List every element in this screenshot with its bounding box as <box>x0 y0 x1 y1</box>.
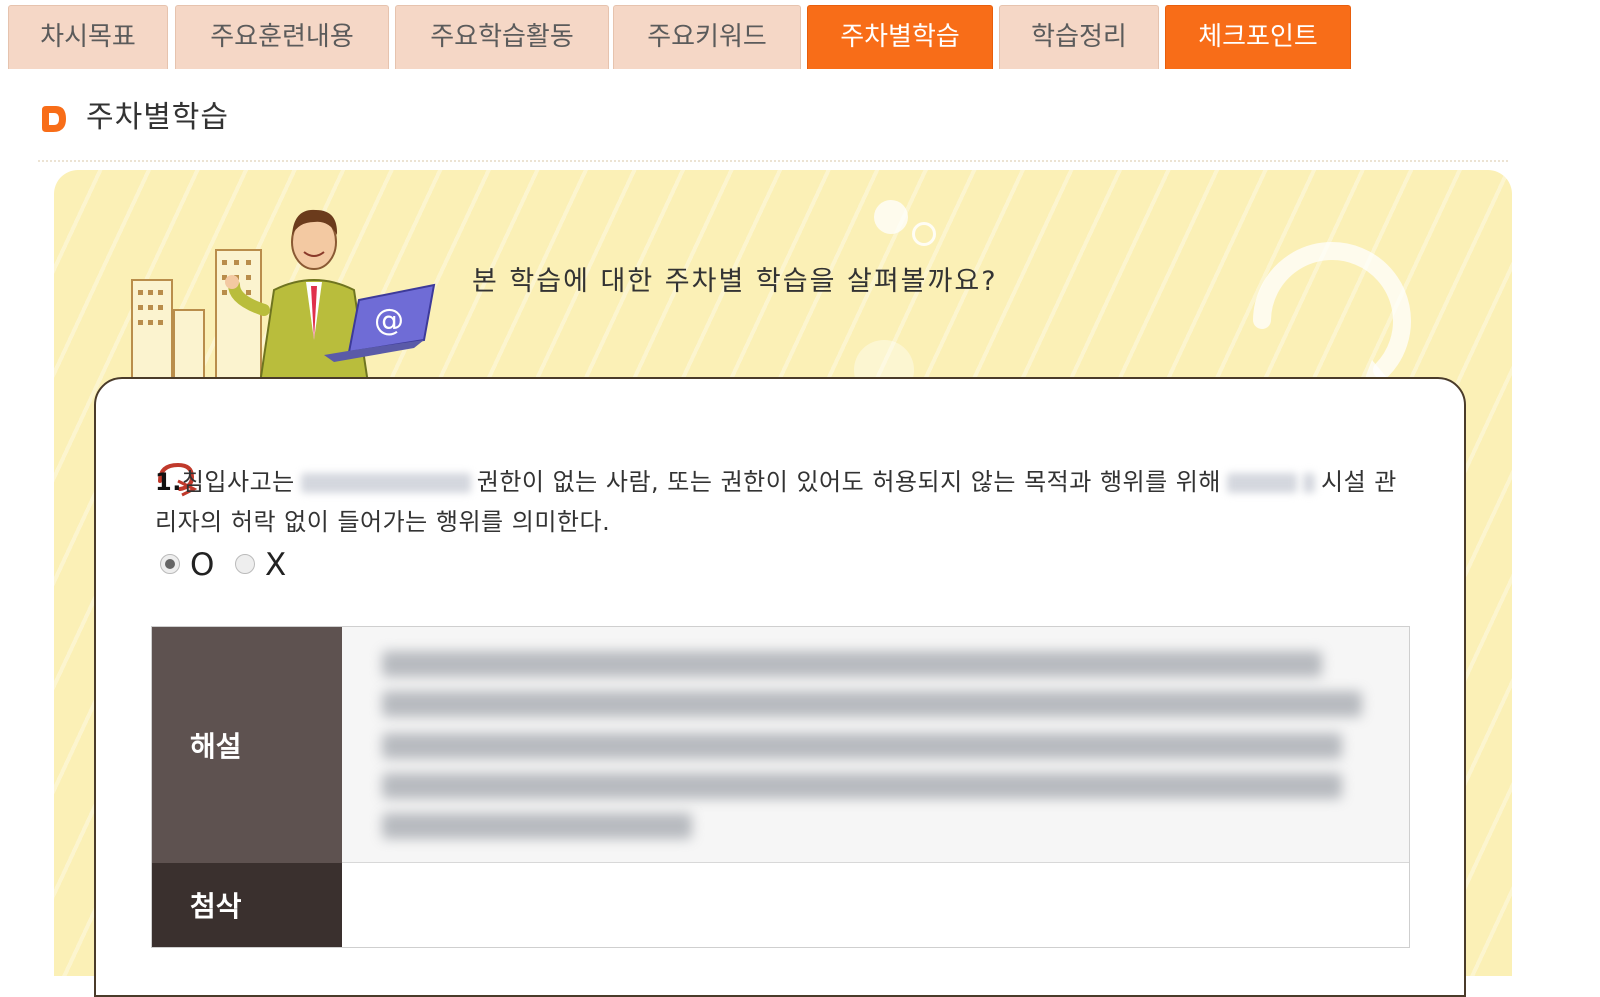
redacted-text <box>382 651 1322 677</box>
correction-header: 첨삭 <box>152 863 342 947</box>
orange-bullet-icon <box>42 106 66 132</box>
redacted-text <box>1226 473 1297 493</box>
option-o-label: O <box>190 547 215 583</box>
bubble-decoration <box>874 200 908 234</box>
tab-session-goals[interactable]: 차시목표 <box>8 5 168 69</box>
tab-learning-activities[interactable]: 주요학습활동 <box>395 5 609 69</box>
explanation-body <box>342 627 1409 863</box>
question-text-1: 침입사고는 <box>181 468 295 496</box>
explanation-table: 해설 첨삭 <box>151 626 1410 948</box>
correction-body <box>342 863 1409 947</box>
page-title: 주차별학습 <box>86 100 229 135</box>
tab-keywords[interactable]: 주요키워드 <box>613 5 801 69</box>
option-x[interactable]: X <box>235 545 305 585</box>
redacted-text <box>382 733 1342 759</box>
redacted-text <box>1302 473 1315 493</box>
option-x-label: X <box>265 547 287 583</box>
option-o[interactable]: O <box>160 545 230 585</box>
redacted-text <box>382 813 692 839</box>
quiz-question: 1.침입사고는 권한이 없는 사람, 또는 권한이 있어도 허용되지 않는 목적과… <box>155 462 1415 542</box>
redacted-text <box>382 691 1362 717</box>
businessman-illustration: @ <box>131 209 436 390</box>
question-number: 1. <box>155 468 182 496</box>
tab-weekly-learning[interactable]: 주차별학습 <box>807 5 993 69</box>
radio-o[interactable] <box>160 554 180 574</box>
svg-text:@: @ <box>374 303 404 338</box>
bubble-decoration <box>912 222 936 246</box>
banner-message: 본 학습에 대한 주차별 학습을 살펴볼까요? <box>472 266 998 297</box>
radio-x[interactable] <box>235 554 255 574</box>
tab-summary[interactable]: 학습정리 <box>999 5 1159 69</box>
divider <box>38 160 1508 164</box>
redacted-text <box>300 473 471 493</box>
redacted-text <box>382 773 1342 799</box>
question-text-2: 권한이 없는 사람, 또는 권한이 있어도 허용되지 않는 목적과 행위를 위해 <box>476 468 1221 496</box>
explanation-header: 해설 <box>152 627 342 863</box>
tab-checkpoint[interactable]: 체크포인트 <box>1165 5 1351 69</box>
tab-training-content[interactable]: 주요훈련내용 <box>175 5 389 69</box>
